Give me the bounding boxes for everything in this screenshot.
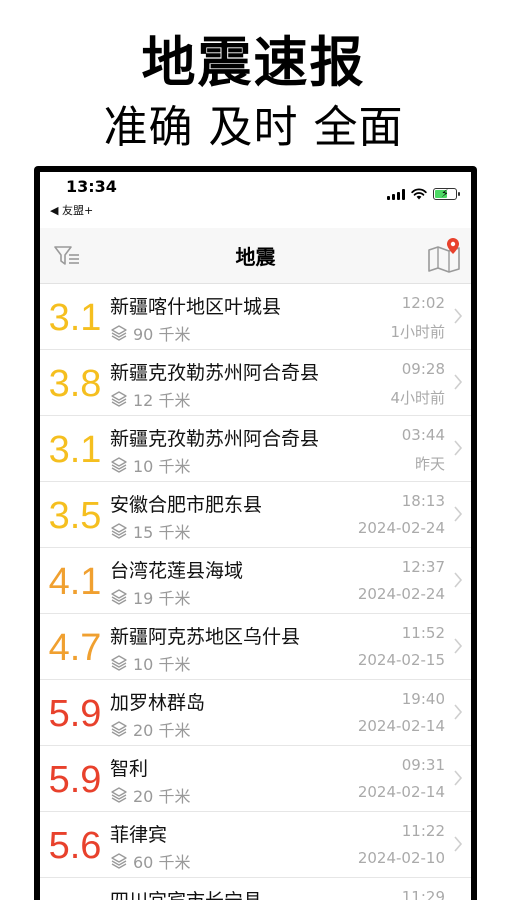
event-time: 19:40: [401, 690, 445, 708]
wifi-icon: [411, 188, 427, 200]
location-label: 四川宜宾市长宁县: [110, 886, 262, 900]
earthquake-row[interactable]: 3.8 新疆克孜勒苏州阿合奇县 12 千米 09:28 4小时前: [40, 350, 471, 416]
app-screen: 13:34 ◀ 友盟+ ⚡ 地震 3.1 新疆喀什地区叶城县 90 千米 12:…: [40, 172, 471, 900]
earthquake-row[interactable]: 3.1 新疆喀什地区叶城县 90 千米 12:02 1小时前: [40, 284, 471, 350]
event-date: 2024-02-14: [357, 717, 445, 735]
battery-icon: ⚡: [433, 187, 460, 200]
location-label: 菲律宾: [110, 824, 168, 846]
depth-info: 10 千米: [110, 453, 190, 477]
layers-icon: [111, 787, 127, 803]
location-label: 新疆克孜勒苏州阿合奇县: [110, 362, 320, 384]
earthquake-row[interactable]: 3.5 安徽合肥市肥东县 15 千米 18:13 2024-02-24: [40, 482, 471, 548]
layers-icon: [111, 457, 127, 473]
location-label: 加罗林群岛: [110, 692, 206, 714]
magnitude: 4.7: [48, 627, 102, 669]
depth-info: 90 千米: [110, 321, 190, 345]
event-time: 11:52: [401, 624, 445, 642]
status-time: 13:34: [66, 177, 117, 196]
depth-value: 90 千米: [133, 325, 191, 344]
depth-value: 10 千米: [133, 655, 191, 674]
event-time: 18:13: [401, 492, 445, 510]
earthquake-row[interactable]: 4.1 台湾花莲县海域 19 千米 12:37 2024-02-24: [40, 548, 471, 614]
event-date: 4小时前: [390, 389, 445, 407]
layers-icon: [111, 325, 127, 341]
promo-subtitle: 准确 及时 全面: [103, 102, 404, 153]
event-time: 03:44: [401, 426, 445, 444]
layers-icon: [111, 523, 127, 539]
promo-title: 地震速报: [141, 31, 366, 94]
depth-info: 20 千米: [110, 717, 190, 741]
earthquake-row[interactable]: 4.7 新疆阿克苏地区乌什县 10 千米 11:52 2024-02-15: [40, 614, 471, 680]
location-label: 新疆阿克苏地区乌什县: [110, 626, 301, 648]
event-date: 2024-02-10: [357, 849, 445, 867]
magnitude: 4.1: [48, 561, 102, 603]
event-date: 昨天: [414, 455, 445, 473]
magnitude: 3.5: [48, 495, 102, 537]
earthquake-row[interactable]: 5.9 智利 20 千米 09:31 2024-02-14: [40, 746, 471, 812]
earthquake-row[interactable]: 3.1 新疆克孜勒苏州阿合奇县 10 千米 03:44 昨天: [40, 416, 471, 482]
layers-icon: [111, 721, 127, 737]
layers-icon: [111, 391, 127, 407]
earthquake-row[interactable]: 四川宜宾市长宁县 11:29: [40, 878, 471, 900]
earthquake-list: 3.1 新疆喀什地区叶城县 90 千米 12:02 1小时前 3.8 新疆克孜勒…: [40, 284, 471, 900]
event-date: 2024-02-24: [357, 519, 445, 537]
magnitude: 5.6: [48, 825, 102, 867]
depth-info: 20 千米: [110, 783, 190, 807]
depth-info: 15 千米: [110, 519, 190, 543]
chevron-right-icon: [454, 638, 463, 654]
event-date: 2024-02-24: [357, 585, 445, 603]
map-pin-icon[interactable]: [425, 236, 463, 274]
earthquake-row[interactable]: 5.9 加罗林群岛 20 千米 19:40 2024-02-14: [40, 680, 471, 746]
depth-value: 19 千米: [133, 589, 191, 608]
back-to-app-link[interactable]: ◀ 友盟+: [50, 202, 93, 218]
layers-icon: [111, 853, 127, 869]
status-bar: 13:34 ◀ 友盟+ ⚡: [40, 172, 471, 228]
depth-value: 20 千米: [133, 787, 191, 806]
magnitude: 3.8: [48, 363, 102, 405]
nav-bar: 地震: [40, 228, 471, 284]
depth-value: 15 千米: [133, 523, 191, 542]
event-date: 2024-02-14: [357, 783, 445, 801]
depth-info: 60 千米: [110, 849, 190, 873]
cellular-signal-icon: [387, 188, 405, 200]
depth-value: 12 千米: [133, 391, 191, 410]
status-icons: ⚡: [387, 187, 460, 200]
location-label: 新疆克孜勒苏州阿合奇县: [110, 428, 320, 450]
magnitude: 3.1: [48, 297, 102, 339]
event-date: 2024-02-15: [357, 651, 445, 669]
event-time: 12:37: [401, 558, 445, 576]
chevron-right-icon: [454, 572, 463, 588]
event-time: 11:22: [401, 822, 445, 840]
layers-icon: [111, 589, 127, 605]
location-label: 新疆喀什地区叶城县: [110, 296, 282, 318]
depth-info: 12 千米: [110, 387, 190, 411]
event-date: 1小时前: [390, 323, 445, 341]
event-time: 12:02: [401, 294, 445, 312]
event-time: 09:28: [401, 360, 445, 378]
chevron-right-icon: [454, 440, 463, 456]
location-label: 安徽合肥市肥东县: [110, 494, 263, 516]
depth-value: 60 千米: [133, 853, 191, 872]
magnitude: 3.1: [48, 429, 102, 471]
chevron-right-icon: [454, 506, 463, 522]
depth-value: 10 千米: [133, 457, 191, 476]
page-title: 地震: [235, 245, 276, 269]
location-label: 台湾花莲县海域: [110, 560, 244, 582]
chevron-right-icon: [454, 374, 463, 390]
chevron-right-icon: [454, 836, 463, 852]
chevron-right-icon: [454, 770, 463, 786]
layers-icon: [111, 655, 127, 671]
location-label: 智利: [110, 758, 149, 780]
depth-value: 20 千米: [133, 721, 191, 740]
depth-info: 19 千米: [110, 585, 190, 609]
event-time: 11:29: [401, 888, 445, 900]
earthquake-row[interactable]: 5.6 菲律宾 60 千米 11:22 2024-02-10: [40, 812, 471, 878]
event-time: 09:31: [401, 756, 445, 774]
depth-info: 10 千米: [110, 651, 190, 675]
phone-frame: 13:34 ◀ 友盟+ ⚡ 地震 3.1 新疆喀什地区叶城县 90 千米 12:…: [34, 166, 477, 900]
chevron-right-icon: [454, 308, 463, 324]
magnitude: 5.9: [48, 693, 102, 735]
chevron-right-icon: [454, 704, 463, 720]
magnitude: 5.9: [48, 759, 102, 801]
